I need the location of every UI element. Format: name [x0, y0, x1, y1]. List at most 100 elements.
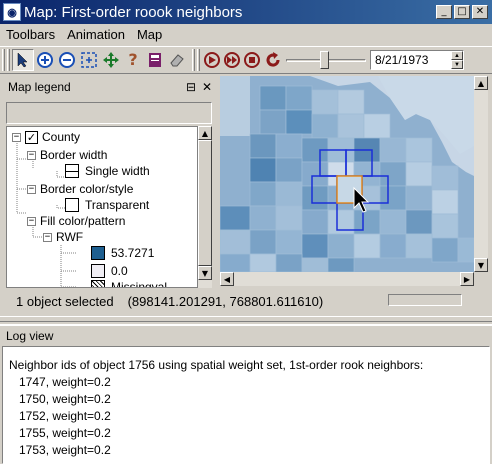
- zoom-in-icon[interactable]: [34, 49, 56, 71]
- time-slider[interactable]: [286, 49, 366, 71]
- scroll-thumb[interactable]: [198, 140, 212, 266]
- cursor-coordinates: (898141.201291, 768801.611610): [127, 293, 324, 309]
- progress-bar: [388, 294, 462, 306]
- rwf-label: RWF: [56, 230, 84, 244]
- status-bar: 1 object selected (898141.201291, 768801…: [4, 290, 488, 312]
- legend-header: Map legend ⊟ ✕: [4, 76, 214, 98]
- eraser-icon[interactable]: [166, 49, 188, 71]
- log-header-line: Neighbor ids of object 1756 using spatia…: [9, 358, 424, 372]
- transparent-label: Transparent: [85, 198, 150, 212]
- tree-node-val-high[interactable]: 53.7271: [91, 245, 154, 261]
- help-icon[interactable]: ?: [122, 49, 144, 71]
- window-title: Map: First-order roook neighbors: [24, 3, 243, 21]
- refresh-icon[interactable]: [262, 49, 284, 71]
- log-text-area[interactable]: Neighbor ids of object 1756 using spatia…: [2, 346, 490, 464]
- map-vertical-scrollbar[interactable]: ▲ ▼: [474, 76, 488, 272]
- tree-node-border-color[interactable]: − Border color/style: [27, 181, 133, 197]
- zoom-extent-icon[interactable]: [78, 49, 100, 71]
- high-value-swatch: [91, 246, 105, 260]
- transparent-swatch: [65, 198, 79, 212]
- toolbar-grip[interactable]: [197, 49, 200, 71]
- collapse-icon[interactable]: −: [27, 216, 36, 226]
- dock-icon[interactable]: ⊟: [184, 80, 198, 94]
- scroll-corner: [474, 272, 488, 286]
- scroll-up-icon[interactable]: ▲: [198, 126, 212, 140]
- tree-node-single-width[interactable]: Single width: [65, 163, 150, 179]
- toolbar-grip[interactable]: [7, 49, 10, 71]
- collapse-icon[interactable]: −: [27, 150, 36, 160]
- scroll-up-icon[interactable]: ▲: [474, 76, 488, 90]
- val-high-label: 53.7271: [111, 246, 155, 260]
- slider-thumb[interactable]: [320, 51, 329, 69]
- zero-value-swatch: [91, 264, 105, 278]
- scroll-down-icon[interactable]: ▼: [198, 266, 212, 280]
- pan-icon[interactable]: [100, 49, 122, 71]
- map-canvas[interactable]: [220, 76, 474, 272]
- toolbar: ? 8/21/1973 ▲ ▼: [0, 46, 492, 74]
- log-line: 1747, weight=0.2: [19, 375, 111, 389]
- date-value: 8/21/1973: [375, 53, 429, 67]
- legend-scrollbar[interactable]: ▲ ▼: [198, 126, 212, 288]
- single-width-label: Single width: [85, 164, 150, 178]
- tree-node-fill[interactable]: − Fill color/pattern: [27, 213, 125, 229]
- tree-node-transparent[interactable]: Transparent: [65, 197, 149, 213]
- border-color-label: Border color/style: [40, 182, 134, 196]
- toolbar-grip[interactable]: [2, 49, 5, 71]
- log-line: 1750, weight=0.2: [19, 392, 111, 406]
- county-map[interactable]: [220, 76, 474, 272]
- selection-count: 1 object selected: [16, 293, 114, 309]
- panel-splitter[interactable]: [0, 316, 492, 322]
- menu-toolbars[interactable]: Toolbars: [6, 27, 55, 42]
- county-label: County: [42, 130, 81, 144]
- log-line: 1753, weight=0.2: [19, 443, 111, 457]
- tree-node-county[interactable]: − ✓ County: [12, 129, 80, 145]
- legend-title: Map legend: [8, 80, 71, 94]
- log-line: 1755, weight=0.2: [19, 426, 111, 440]
- legend-tree: − ✓ County − Border width Single width −…: [6, 126, 198, 288]
- scroll-down-icon[interactable]: ▼: [474, 258, 488, 272]
- close-button[interactable]: ✕: [472, 5, 488, 19]
- scroll-track[interactable]: [474, 90, 488, 258]
- tree-node-rwf[interactable]: − RWF: [43, 229, 83, 245]
- maximize-button[interactable]: □: [454, 5, 470, 19]
- map-horizontal-scrollbar[interactable]: ◀ ▶: [220, 272, 474, 286]
- legend-book-icon[interactable]: [144, 49, 166, 71]
- legend-close-icon[interactable]: ✕: [200, 80, 214, 94]
- scroll-right-icon[interactable]: ▶: [460, 272, 474, 286]
- scroll-left-icon[interactable]: ◀: [220, 272, 234, 286]
- tree-node-border-width[interactable]: − Border width: [27, 147, 107, 163]
- title-bar[interactable]: ◉ Map: First-order roook neighbors _ □ ✕: [0, 0, 492, 24]
- toolbar-separator: [192, 49, 195, 71]
- date-field[interactable]: 8/21/1973 ▲ ▼: [370, 50, 464, 70]
- single-width-swatch: [65, 164, 79, 178]
- border-width-label: Border width: [40, 148, 108, 162]
- missing-label: Missingval: [111, 280, 168, 288]
- play-icon[interactable]: [204, 52, 220, 68]
- menu-bar: Toolbars Animation Map: [0, 24, 492, 44]
- collapse-icon[interactable]: −: [12, 132, 21, 142]
- log-line: 1752, weight=0.2: [19, 409, 111, 423]
- spin-up-icon[interactable]: ▲: [451, 51, 463, 60]
- menu-map[interactable]: Map: [137, 27, 162, 42]
- log-header: Log view: [0, 324, 492, 346]
- missing-value-swatch: [91, 280, 105, 287]
- log-title: Log view: [6, 329, 54, 343]
- collapse-icon[interactable]: −: [43, 232, 52, 242]
- fast-forward-icon[interactable]: [224, 52, 240, 68]
- scroll-track[interactable]: [234, 272, 460, 286]
- select-arrow-icon[interactable]: [12, 49, 34, 71]
- menu-animation[interactable]: Animation: [67, 27, 125, 42]
- tree-node-val-zero[interactable]: 0.0: [91, 263, 128, 279]
- val-zero-label: 0.0: [111, 264, 128, 278]
- collapse-icon[interactable]: −: [27, 184, 36, 194]
- spin-down-icon[interactable]: ▼: [451, 60, 463, 69]
- minimize-button[interactable]: _: [436, 5, 452, 19]
- county-checkbox[interactable]: ✓: [25, 130, 38, 144]
- zoom-out-icon[interactable]: [56, 49, 78, 71]
- tree-node-missing[interactable]: Missingval: [91, 279, 168, 288]
- stop-icon[interactable]: [244, 52, 260, 68]
- legend-filter-field[interactable]: [6, 102, 212, 124]
- date-spinner[interactable]: ▲ ▼: [451, 51, 463, 69]
- globe-icon: ◉: [3, 3, 21, 21]
- fill-label: Fill color/pattern: [40, 214, 126, 228]
